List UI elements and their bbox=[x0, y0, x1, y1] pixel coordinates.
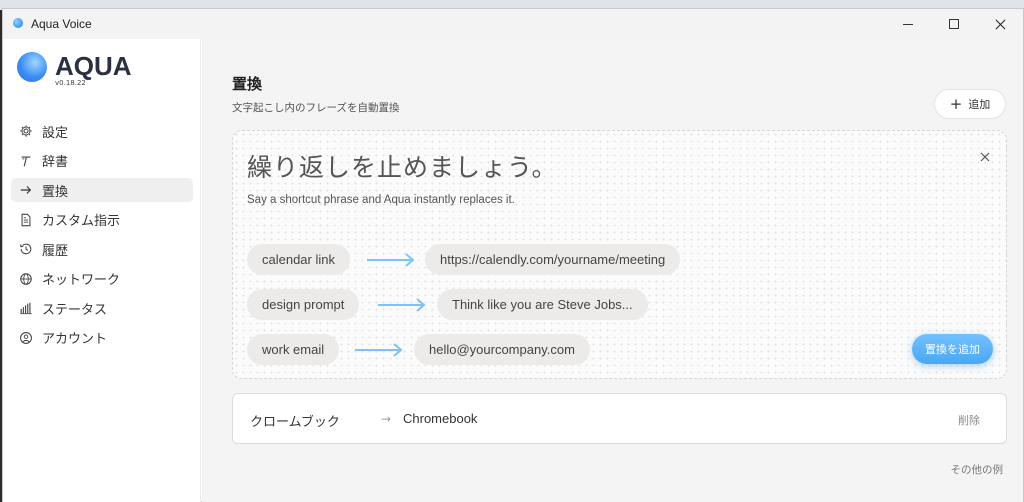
sidebar-item-label: カスタム指示 bbox=[42, 214, 121, 229]
close-icon bbox=[995, 19, 1005, 29]
example-shortcut-pill: calendar link bbox=[247, 244, 350, 275]
intro-subtitle: Say a shortcut phrase and Aqua instantly… bbox=[247, 194, 515, 206]
example-arrow-icon bbox=[354, 342, 404, 358]
close-icon bbox=[980, 152, 990, 162]
example-replacement-pill: https://calendly.com/yourname/meeting bbox=[425, 244, 681, 275]
app-icon bbox=[13, 18, 23, 28]
replacement-intro-card: 繰り返しを止めましょう。 Say a shortcut phrase and A… bbox=[232, 130, 1007, 379]
window-title: Aqua Voice bbox=[31, 17, 92, 31]
maximize-icon bbox=[949, 19, 959, 29]
maximize-button[interactable] bbox=[931, 9, 977, 39]
gear-icon bbox=[19, 124, 33, 138]
page-title: 置換 bbox=[232, 75, 263, 93]
brand-name: AQUA bbox=[55, 51, 132, 81]
bar-chart-icon bbox=[19, 301, 33, 315]
dictionary-icon bbox=[19, 154, 33, 168]
dismiss-intro-button[interactable] bbox=[980, 147, 992, 162]
close-window-button[interactable] bbox=[977, 9, 1023, 39]
minimize-icon bbox=[903, 23, 913, 25]
page-subtitle: 文字起こし内のフレーズを自動置換 bbox=[232, 102, 400, 114]
add-replacement-button[interactable]: + 追加 bbox=[934, 89, 1006, 119]
add-button-label: 追加 bbox=[968, 98, 991, 111]
more-examples-link[interactable]: その他の例 bbox=[951, 462, 1004, 477]
sidebar-item-custom-instructions[interactable]: カスタム指示 bbox=[11, 208, 193, 232]
sidebar-item-label: 履歴 bbox=[42, 243, 69, 259]
example-replacement-pill: Think like you are Steve Jobs... bbox=[437, 289, 648, 320]
app-window: Aqua Voice AQUA v0.18.22 設定 辞書 置換 カスタム指示… bbox=[2, 8, 1024, 502]
sidebar-item-replace[interactable]: 置換 bbox=[11, 178, 193, 202]
sidebar-item-label: ネットワーク bbox=[42, 273, 121, 288]
history-icon bbox=[19, 242, 33, 256]
sidebar: AQUA v0.18.22 設定 辞書 置換 カスタム指示 履歴 ネットワーク … bbox=[3, 39, 201, 502]
sidebar-item-label: ステータス bbox=[42, 302, 108, 318]
main-content: 置換 文字起こし内のフレーズを自動置換 + 追加 繰り返しを止めましょう。 Sa… bbox=[202, 39, 1023, 502]
sidebar-item-network[interactable]: ネットワーク bbox=[11, 267, 193, 291]
replacement-to[interactable]: Chromebook bbox=[403, 411, 477, 426]
sidebar-item-account[interactable]: アカウント bbox=[11, 326, 193, 350]
sidebar-item-status[interactable]: ステータス bbox=[11, 296, 193, 320]
arrow-right-icon: → bbox=[381, 412, 392, 426]
delete-button[interactable]: 削除 bbox=[958, 412, 980, 428]
user-circle-icon bbox=[19, 331, 33, 345]
example-shortcut-pill: design prompt bbox=[247, 289, 360, 320]
sidebar-item-settings[interactable]: 設定 bbox=[11, 119, 193, 143]
sidebar-item-dictionary[interactable]: 辞書 bbox=[11, 149, 193, 173]
example-arrow-icon bbox=[366, 252, 416, 268]
example-shortcut-pill: work email bbox=[247, 334, 340, 365]
replacement-row: クロームブック → Chromebook 削除 bbox=[232, 393, 1007, 444]
sidebar-item-label: 置換 bbox=[42, 184, 69, 200]
globe-icon bbox=[19, 272, 33, 286]
version-label: v0.18.22 bbox=[55, 79, 86, 87]
document-icon bbox=[19, 213, 33, 227]
sidebar-item-label: アカウント bbox=[42, 332, 108, 347]
intro-title: 繰り返しを止めましょう。 bbox=[247, 153, 558, 182]
aqua-logo bbox=[17, 52, 47, 82]
plus-icon: + bbox=[949, 94, 963, 113]
replacement-from[interactable]: クロームブック bbox=[250, 411, 340, 430]
sidebar-item-history[interactable]: 履歴 bbox=[11, 237, 193, 261]
title-bar: Aqua Voice bbox=[3, 9, 1023, 39]
add-replacement-cta-button[interactable]: 置換を追加 bbox=[912, 334, 993, 364]
example-arrow-icon bbox=[377, 297, 427, 313]
minimize-button[interactable] bbox=[885, 9, 931, 39]
sidebar-item-label: 設定 bbox=[42, 125, 69, 141]
arrow-right-icon bbox=[19, 183, 33, 197]
example-replacement-pill: hello@yourcompany.com bbox=[414, 334, 590, 365]
sidebar-nav: 設定 辞書 置換 カスタム指示 履歴 ネットワーク ステータス アカウント bbox=[11, 119, 193, 355]
sidebar-item-label: 辞書 bbox=[42, 155, 69, 170]
